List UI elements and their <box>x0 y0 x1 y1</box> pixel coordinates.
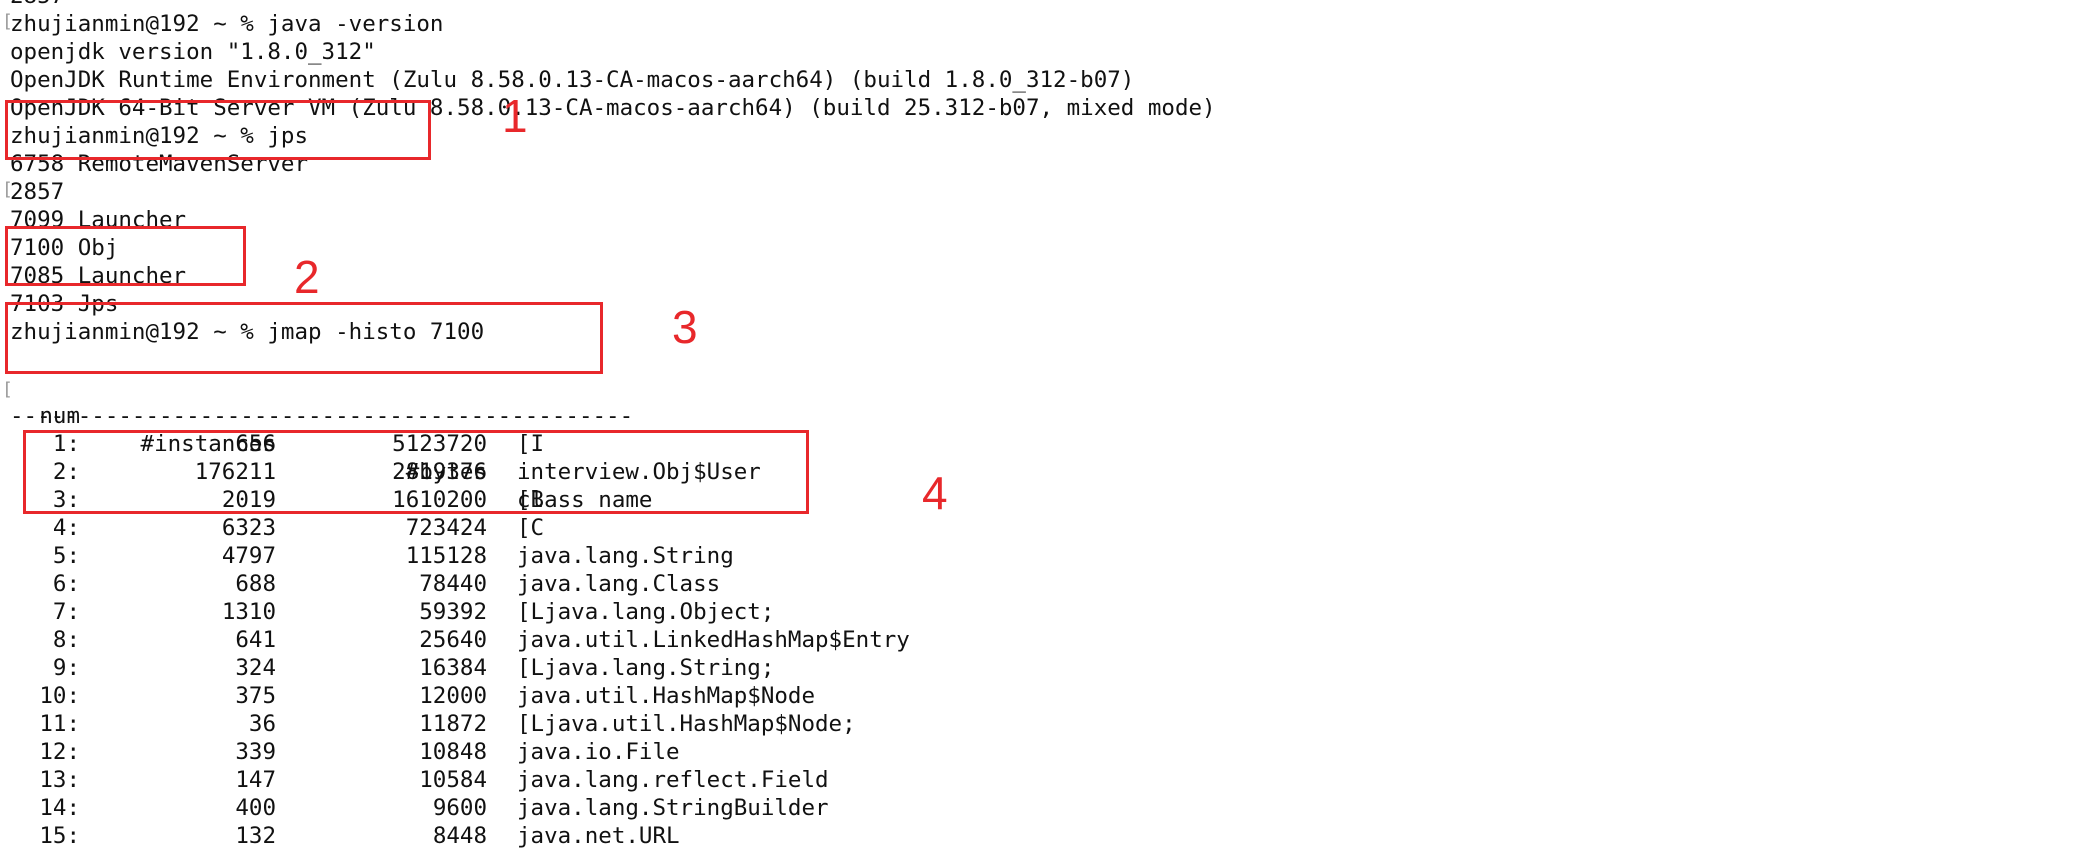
row-class-name: java.io.File <box>517 739 680 765</box>
row-instances: 36 <box>248 711 276 737</box>
row-class-name: interview.Obj$User <box>517 459 761 485</box>
row-instances: 1310 <box>221 599 276 625</box>
terminal-output-line: 7099 Launcher <box>10 207 187 233</box>
row-num: 3: <box>52 487 80 513</box>
histogram-row: 14: 400 9600 java.lang.StringBuilder <box>0 794 2098 822</box>
row-bytes: 25640 <box>419 627 487 653</box>
row-instances: 641 <box>235 627 276 653</box>
row-instances: 375 <box>235 683 276 709</box>
row-instances: 656 <box>235 431 276 457</box>
row-class-name: java.lang.reflect.Field <box>517 767 829 793</box>
terminal-output-line: OpenJDK 64-Bit Server VM (Zulu 8.58.0.13… <box>10 95 1216 121</box>
row-instances: 147 <box>235 767 276 793</box>
row-class-name: [B <box>517 487 545 513</box>
row-bytes: 10848 <box>419 739 487 765</box>
histogram-row: 1: 656 5123720 [I <box>0 430 2098 458</box>
row-bytes: 78440 <box>419 571 487 597</box>
row-instances: 324 <box>235 655 276 681</box>
row-class-name: java.lang.StringBuilder <box>517 795 829 821</box>
terminal-prompt-line: zhujianmin@192 ~ % jps <box>10 123 309 149</box>
row-bytes: 59392 <box>419 599 487 625</box>
row-instances: 400 <box>235 795 276 821</box>
terminal-prompt-line: zhujianmin@192 ~ % java -version <box>10 11 444 37</box>
row-instances: 2019 <box>221 487 276 513</box>
row-num: 5: <box>52 543 80 569</box>
row-bytes: 1610200 <box>392 487 487 513</box>
row-num: 12: <box>39 739 80 765</box>
histogram-row: 8: 641 25640 java.util.LinkedHashMap$Entry <box>0 626 2098 654</box>
terminal-output-line: 7085 Launcher <box>10 263 187 289</box>
histogram-row: 15: 132 8448 java.net.URL <box>0 822 2098 850</box>
annotation-label-4: 4 <box>922 467 948 519</box>
row-num: 1: <box>52 431 80 457</box>
annotation-label-3: 3 <box>672 301 698 353</box>
histogram-header-row: num #instances #bytes class name <box>0 374 2098 513</box>
row-num: 13: <box>39 767 80 793</box>
row-bytes: 5123720 <box>392 431 487 457</box>
row-num: 11: <box>39 711 80 737</box>
histogram-row: 6: 688 78440 java.lang.Class <box>0 570 2098 598</box>
histogram-separator: ----------------------------------------… <box>10 403 634 429</box>
terminal-output-line: 7100 Obj <box>10 235 119 261</box>
row-num: 7: <box>52 599 80 625</box>
annotation-label-1: 1 <box>502 90 528 142</box>
annotation-label-2: 2 <box>294 251 320 303</box>
histogram-row: 12: 339 10848 java.io.File <box>0 738 2098 766</box>
histogram-row: 10: 375 12000 java.util.HashMap$Node <box>0 682 2098 710</box>
row-num: 8: <box>52 627 80 653</box>
row-bytes: 9600 <box>432 795 487 821</box>
row-instances: 339 <box>235 739 276 765</box>
row-class-name: [C <box>517 515 545 541</box>
row-num: 14: <box>39 795 80 821</box>
row-instances: 132 <box>235 823 276 849</box>
row-bytes: 12000 <box>419 683 487 709</box>
row-num: 2: <box>52 459 80 485</box>
row-class-name: java.net.URL <box>517 823 680 849</box>
row-instances: 688 <box>235 571 276 597</box>
row-bytes: 115128 <box>405 543 487 569</box>
row-instances: 6323 <box>221 515 276 541</box>
row-num: 10: <box>39 683 80 709</box>
histogram-row: 11: 36 11872 [Ljava.util.HashMap$Node; <box>0 710 2098 738</box>
row-bytes: 2819376 <box>392 459 487 485</box>
row-num: 9: <box>52 655 80 681</box>
row-bytes: 10584 <box>419 767 487 793</box>
terminal-prompt-line: zhujianmin@192 ~ % jmap -histo 7100 <box>10 319 485 345</box>
terminal-output-line: OpenJDK Runtime Environment (Zulu 8.58.0… <box>10 67 1135 93</box>
terminal-window[interactable]: 2857 [ zhujianmin@192 ~ % java -version … <box>0 0 2098 849</box>
row-instances: 4797 <box>221 543 276 569</box>
histogram-row: 4: 6323 723424 [C <box>0 514 2098 542</box>
terminal-output-line: 7103 Jps <box>10 291 119 317</box>
row-class-name: [Ljava.lang.Object; <box>517 599 775 625</box>
row-class-name: [Ljava.util.HashMap$Node; <box>517 711 856 737</box>
histogram-row: 3: 2019 1610200 [B <box>0 486 2098 514</box>
terminal-line: 2857 <box>10 0 64 10</box>
row-bytes: 8448 <box>432 823 487 849</box>
row-instances: 176211 <box>194 459 276 485</box>
row-class-name: java.util.HashMap$Node <box>517 683 816 709</box>
histogram-row: 9: 324 16384 [Ljava.lang.String; <box>0 654 2098 682</box>
terminal-output-line: 2857 <box>10 179 65 205</box>
row-class-name: [I <box>517 431 545 457</box>
row-bytes: 11872 <box>419 711 487 737</box>
terminal-output-line: openjdk version "1.8.0_312" <box>10 39 376 65</box>
row-num: 4: <box>52 515 80 541</box>
histogram-row: 13: 147 10584 java.lang.reflect.Field <box>0 766 2098 794</box>
row-class-name: java.lang.Class <box>517 571 721 597</box>
row-class-name: java.util.LinkedHashMap$Entry <box>517 627 910 653</box>
row-bytes: 723424 <box>405 515 487 541</box>
histogram-row: 2: 176211 2819376 interview.Obj$User <box>0 458 2098 486</box>
row-class-name: java.lang.String <box>517 543 734 569</box>
histogram-row: 7: 1310 59392 [Ljava.lang.Object; <box>0 598 2098 626</box>
row-bytes: 16384 <box>419 655 487 681</box>
row-num: 15: <box>39 823 80 849</box>
histogram-row: 5: 4797 115128 java.lang.String <box>0 542 2098 570</box>
terminal-output-line: 6758 RemoteMavenServer <box>10 151 309 177</box>
row-class-name: [Ljava.lang.String; <box>517 655 775 681</box>
row-num: 6: <box>52 571 80 597</box>
